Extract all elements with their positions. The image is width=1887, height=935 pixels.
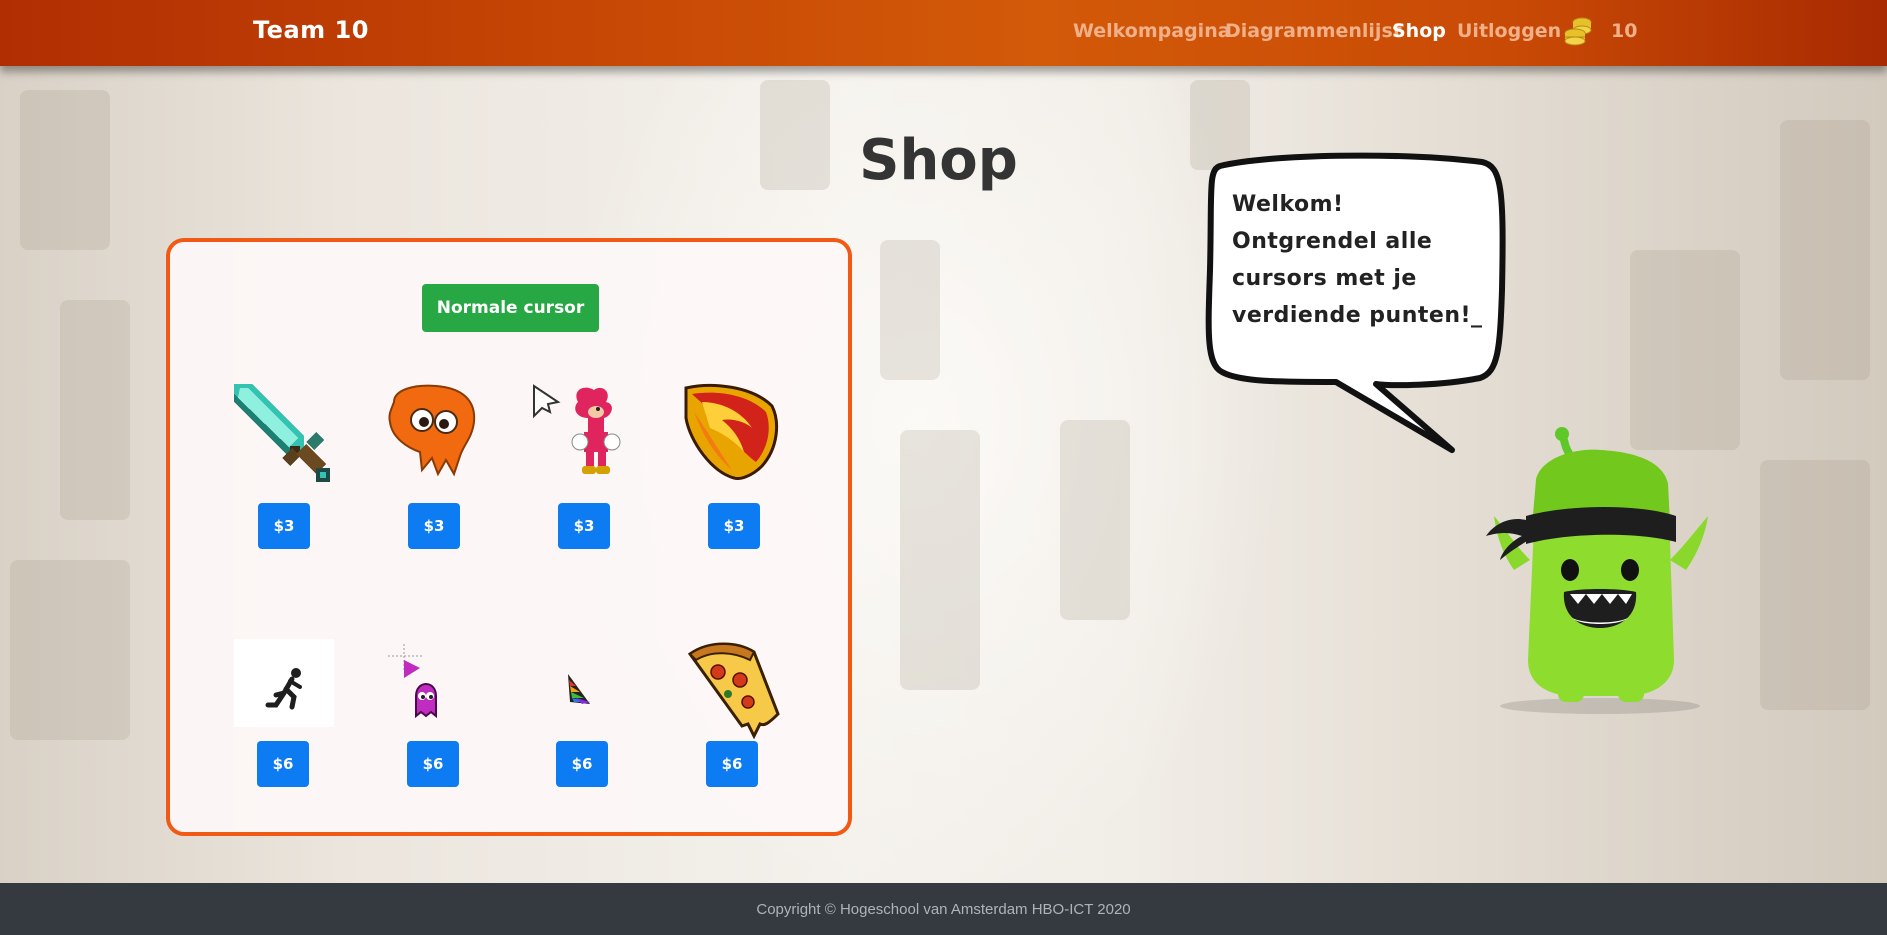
page-title: Shop: [0, 128, 1887, 193]
price-button-pizza[interactable]: $6: [706, 741, 758, 787]
nav-link-welkompagina[interactable]: Welkompagina: [1073, 20, 1231, 42]
price-button-rainbow-cursor[interactable]: $6: [556, 741, 608, 787]
coins-icon: [1564, 17, 1592, 46]
pizza-slice-icon[interactable]: [684, 640, 784, 740]
green-monster-mascot: [1486, 427, 1708, 714]
price-button-sword[interactable]: $3: [258, 503, 310, 549]
price-button-fire-shield[interactable]: $3: [708, 503, 760, 549]
coins-count: 10: [1611, 20, 1638, 42]
nav-link-shop[interactable]: Shop: [1392, 20, 1446, 42]
page-title-text: Shop: [859, 128, 1018, 193]
footer-copyright: Copyright © Hogeschool van Amsterdam HBO…: [756, 900, 1131, 918]
speech-bubble-text: Welkom! Ontgrendel alle cursors met je v…: [1232, 186, 1482, 334]
nav-link-uitloggen[interactable]: Uitloggen: [1457, 20, 1561, 42]
fire-shield-icon[interactable]: [682, 382, 782, 482]
normal-cursor-button[interactable]: Normale cursor: [422, 284, 599, 332]
footer: Copyright © Hogeschool van Amsterdam HBO…: [0, 883, 1887, 935]
pink-ghost-icon[interactable]: [384, 640, 484, 740]
diamond-sword-icon[interactable]: [234, 384, 334, 484]
bubble-line: cursors met je: [1232, 266, 1417, 291]
running-man-icon[interactable]: [234, 633, 334, 733]
brand[interactable]: Team 10: [253, 16, 369, 44]
price-button-running-man[interactable]: $6: [257, 741, 309, 787]
price-button-knuckles[interactable]: $3: [558, 503, 610, 549]
rainbow-cursor-icon[interactable]: [534, 640, 634, 740]
bubble-line: Ontgrendel alle: [1232, 229, 1433, 254]
price-button-squid[interactable]: $3: [408, 503, 460, 549]
nav-link-diagrammenlijst[interactable]: Diagrammenlijst: [1225, 20, 1402, 42]
price-button-pink-ghost[interactable]: $6: [407, 741, 459, 787]
knuckles-icon[interactable]: [532, 382, 632, 482]
navbar: Team 10 Welkompagina Diagrammenlijst Sho…: [0, 0, 1887, 66]
bubble-line: verdiende punten!_: [1232, 303, 1483, 328]
bubble-line: Welkom!: [1232, 192, 1344, 217]
orange-squid-icon[interactable]: [384, 382, 484, 482]
